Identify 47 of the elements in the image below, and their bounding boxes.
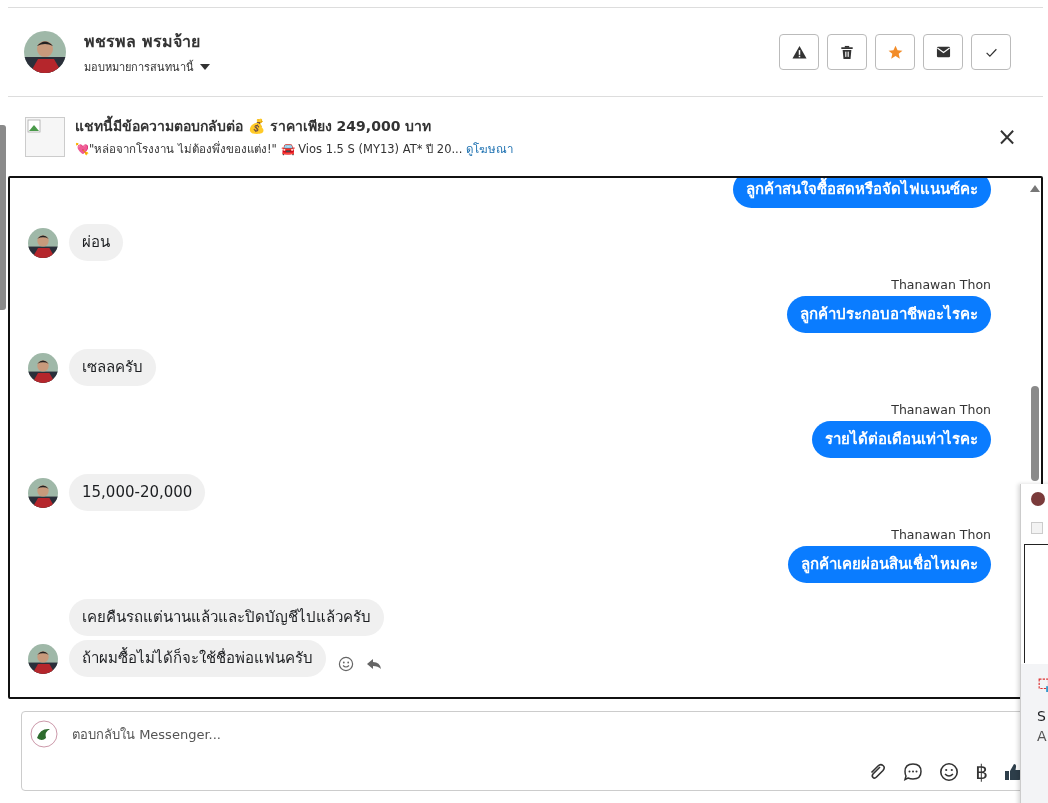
received-message: 15,000-20,000: [69, 474, 206, 511]
close-button[interactable]: ×: [992, 124, 1021, 149]
received-message: เซลลครับ: [69, 349, 156, 386]
mail-button[interactable]: [923, 34, 963, 70]
avatar: [1031, 492, 1045, 506]
ad-description: 💘"หล่อจากโรงงาน ไม่ต้องพึ่งของแต่ง!" 🚘 Vios 1.5 S (MY13) AT* ปี 20...: [75, 142, 463, 156]
star-icon: [887, 44, 903, 60]
scroll-up-arrow-icon[interactable]: [1030, 184, 1040, 192]
chat-bubble-icon[interactable]: [903, 762, 924, 782]
warning-button[interactable]: [779, 34, 819, 70]
avatar: [28, 227, 58, 258]
sent-message: รายได้ต่อเดือนเท่าไรคะ: [812, 421, 991, 458]
avatar: [28, 477, 58, 508]
view-ad-link[interactable]: ดูโฆษณา: [466, 142, 514, 156]
star-button[interactable]: [875, 34, 915, 70]
received-message: เคยคืนรถแต่นานแล้วและปิดบัญชีไปแล้วครับ: [69, 599, 384, 636]
avatar: [24, 31, 66, 73]
sent-message: ลูกค้าประกอบอาชีพอะไรคะ: [787, 296, 991, 333]
trash-button[interactable]: [827, 34, 867, 70]
envelope-icon: [935, 45, 951, 59]
received-message: ถ้าผมซื้อไม่ได้ก็จะใช้ชื่อพ่อแฟนครับ: [69, 640, 326, 677]
scrollbar-thumb[interactable]: [0, 125, 6, 310]
payment-button[interactable]: ฿: [975, 762, 988, 782]
contact-name: พชรพล พรมจ้าย: [84, 30, 201, 53]
page-logo-icon: [30, 720, 58, 748]
check-button[interactable]: [971, 34, 1011, 70]
sender-name: Thanawan Thon: [891, 277, 991, 293]
sender-name: Thanawan Thon: [891, 402, 991, 418]
broken-image-icon: [25, 116, 65, 157]
sent-message: ลูกค้าเคยผ่อนสินเชื่อไหมคะ: [788, 546, 991, 583]
avatar: [28, 643, 58, 674]
broken-image-icon: [1031, 522, 1043, 534]
screenshot-icon: [1038, 678, 1048, 692]
warning-icon: [791, 44, 807, 60]
caret-icon: [200, 63, 210, 70]
sender-name: Thanawan Thon: [891, 527, 991, 543]
emoji-icon[interactable]: [939, 762, 960, 782]
assign-dropdown[interactable]: มอบหมายการสนทนานี้: [84, 57, 210, 76]
trash-icon: [840, 44, 854, 60]
avatar: [28, 352, 58, 383]
received-message: ผ่อน: [69, 224, 123, 261]
smiley-icon[interactable]: [338, 655, 354, 672]
ad-title: แชทนี้มีข้อความตอบกลับต่อ 💰 ราคาเพียง 249,000 บาท: [75, 115, 514, 137]
popup-subtitle: A: [1037, 728, 1047, 744]
popup-title: S: [1037, 708, 1046, 724]
sent-message: ลูกค้าสนใจซื้อสดหรือจัดไฟแนนซ์คะ: [733, 178, 991, 208]
scrollbar-thumb[interactable]: [1031, 386, 1039, 481]
